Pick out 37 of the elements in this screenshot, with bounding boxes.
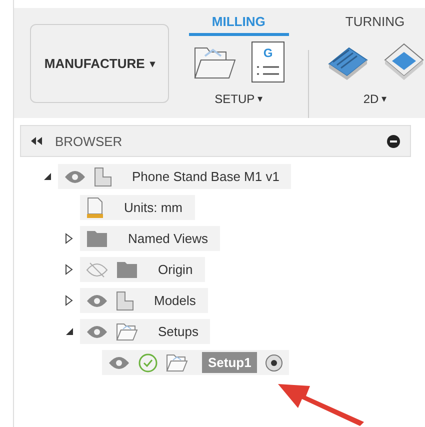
tool-group-dropdown[interactable]: SETUP ▾	[214, 92, 263, 106]
folder-icon	[116, 260, 138, 278]
component-icon	[94, 166, 112, 186]
collapse-panel-icon[interactable]	[31, 137, 43, 145]
tree-item[interactable]: Setups	[80, 319, 210, 344]
open-folder-icon	[116, 322, 138, 340]
tab[interactable]: TURNING	[339, 14, 411, 36]
tree-item[interactable]: Origin	[80, 257, 205, 282]
minimize-icon[interactable]	[387, 134, 400, 148]
eye-icon[interactable]	[108, 356, 130, 370]
component-icon	[116, 290, 134, 310]
eye-icon[interactable]	[64, 170, 86, 184]
eye-icon[interactable]	[86, 324, 108, 338]
pocket-block-icon[interactable]	[383, 42, 425, 82]
tree-item[interactable]: Named Views	[80, 226, 220, 251]
eye-icon[interactable]	[86, 294, 108, 308]
document-ruler-icon	[86, 196, 104, 218]
collapse-triangle-icon[interactable]	[64, 327, 74, 336]
workspace-dropdown[interactable]: MANUFACTURE ▾	[30, 24, 170, 103]
expand-triangle-icon[interactable]	[65, 264, 73, 275]
tree-item-label[interactable]: Phone Stand Base M1 v1	[126, 166, 286, 187]
tool-group-dropdown[interactable]: 2D ▾	[363, 92, 387, 106]
panel-title: BROWSER	[55, 134, 122, 148]
open-folder-icon	[166, 354, 188, 372]
folder-icon	[86, 230, 108, 248]
collapse-triangle-icon[interactable]	[42, 172, 52, 181]
expand-triangle-icon[interactable]	[65, 233, 73, 244]
tree-item-label[interactable]: Models	[148, 290, 202, 311]
expand-triangle-icon[interactable]	[65, 295, 73, 306]
tree-item[interactable]: Phone Stand Base M1 v1	[58, 164, 292, 189]
tree-item-label[interactable]: Origin	[152, 259, 199, 280]
tree-item-label[interactable]: Units: mm	[118, 197, 188, 218]
tree-item-label[interactable]: Named Views	[122, 228, 214, 249]
radio-icon[interactable]	[265, 354, 284, 372]
tree-item[interactable]: Models	[80, 288, 208, 313]
tree-item-label[interactable]: Setups	[152, 321, 204, 342]
tree-item[interactable]: Units: mm	[80, 195, 194, 220]
